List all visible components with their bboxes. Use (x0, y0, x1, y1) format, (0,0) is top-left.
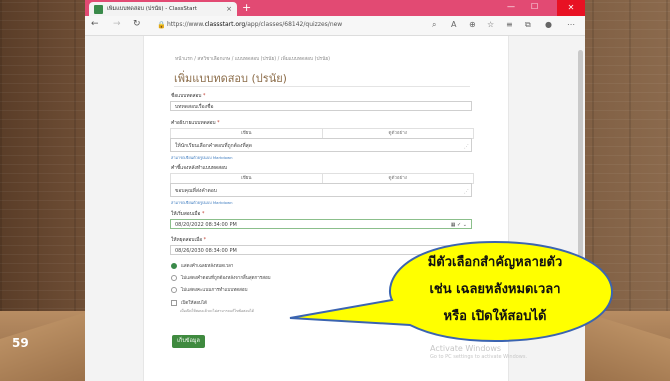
after-quiz-text: ขอบคุณที่ส่งคำตอบ (175, 188, 217, 194)
address-bar[interactable]: https://www.classstart.org/app/classes/6… (167, 21, 342, 28)
profile-icon[interactable]: ● (545, 20, 552, 29)
calendar-icon[interactable]: ▦ ✓ ⌄ (451, 220, 467, 230)
resize-grip-icon[interactable]: ⋰ (464, 144, 469, 150)
breadcrumb[interactable]: หน้าแรก / สหวิชาเลือกเกษ / แบบทดสอบ (ปรน… (175, 55, 330, 63)
open-quiz-checkbox[interactable]: เปิดให้สอบได้ (171, 299, 207, 306)
description-text: ให้นักเรียนเลือกคำตอบที่ถูกต้องที่สุด (175, 143, 252, 149)
lock-icon: 🔒 (157, 21, 166, 29)
new-tab-button[interactable]: + (242, 1, 251, 14)
open-datetime-input[interactable]: 08/20/2022 08:34:00 PM ▦ ✓ ⌄ (170, 219, 472, 229)
scrollbar-thumb[interactable] (578, 50, 583, 260)
radio-icon[interactable] (171, 274, 177, 281)
after-quiz-label: คำชี้แจงหลังทำแบบทดสอบ (171, 166, 228, 171)
name-label: ชื่อแบบทดสอบ * (171, 94, 206, 99)
watermark-title: Activate Windows (430, 344, 502, 353)
option-hide-correct[interactable]: ไม่แสดงคำตอบที่ถูกต้องหลังจากสิ้นสุดการส… (171, 274, 271, 281)
tab-preview-2[interactable]: ดูตัวอย่าง (321, 174, 474, 183)
page-title: เพิ่มแบบทดสอบ (ปรนัย) (174, 72, 287, 85)
save-button[interactable]: เก็บข้อมูล (172, 335, 205, 348)
markdown-note[interactable]: สามารถเขียนด้วยรูปแบบ Markdown (171, 155, 233, 161)
favorite-icon[interactable]: ☆ (487, 20, 494, 29)
radio-icon-2[interactable] (171, 286, 177, 293)
close-label: ให้หยุดสอบเมื่อ * (171, 238, 207, 243)
open-label: ให้เริ่มสอบเมื่อ * (171, 212, 205, 217)
browser-tab[interactable]: เพิ่มแบบทดสอบ (ปรนัย) - ClassStart × (89, 2, 237, 16)
read-aloud-icon[interactable]: A (451, 20, 456, 29)
watermark-subtitle: Go to PC settings to activate Windows. (430, 354, 528, 360)
open-quiz-note: เมื่อเปิดให้สอบแล้วจะไม่สามารถแก้ไขข้อสอ… (180, 309, 254, 313)
browser-toolbar: ← → ↻ 🔒 https://www.classstart.org/app/c… (85, 16, 585, 36)
checkbox-icon[interactable] (171, 299, 177, 306)
forward-icon[interactable]: → (113, 19, 121, 29)
reload-icon[interactable]: ↻ (133, 19, 141, 29)
maximize-icon[interactable]: ☐ (531, 2, 538, 11)
option-hide-score[interactable]: ไม่แสดงคะแนนการทำแบบทดสอบ (171, 286, 247, 293)
resize-grip-icon-2[interactable]: ⋰ (464, 189, 469, 195)
tab-close-icon[interactable]: × (226, 5, 232, 13)
title-bar: เพิ่มแบบทดสอบ (ปรนัย) - ClassStart × + —… (85, 0, 585, 16)
minimize-icon[interactable]: — (507, 2, 515, 11)
tab-preview[interactable]: ดูตัวอย่าง (321, 129, 474, 138)
collections-icon[interactable]: ⧉ (525, 20, 531, 30)
radio-selected-icon[interactable] (171, 262, 177, 269)
title-divider (174, 86, 470, 87)
tab-write[interactable]: เขียน (171, 129, 322, 138)
close-datetime-input[interactable]: 08/26/2030 08:34:00 PM (170, 245, 472, 255)
zoom-icon[interactable]: ⊕ (469, 20, 476, 29)
close-window-icon[interactable]: ✕ (557, 0, 585, 16)
slide-number: 59 (12, 336, 29, 350)
back-icon[interactable]: ← (91, 19, 99, 29)
description-textarea[interactable]: ให้นักเรียนเลือกคำตอบที่ถูกต้องที่สุด ⋰ (170, 138, 472, 152)
browser-window: เพิ่มแบบทดสอบ (ปรนัย) - ClassStart × + —… (85, 0, 585, 381)
activate-windows-watermark: Activate Windows Go to PC settings to ac… (430, 344, 527, 360)
search-icon[interactable]: ⌕ (432, 20, 436, 30)
markdown-note-2[interactable]: สามารถเขียนด้วยรูปแบบ Markdown (171, 200, 233, 206)
quiz-name-input[interactable]: บททดสอบเรื่องชื่อ (170, 101, 472, 111)
after-quiz-textarea[interactable]: ขอบคุณที่ส่งคำตอบ ⋰ (170, 183, 472, 197)
page-content: หน้าแรก / สหวิชาเลือกเกษ / แบบทดสอบ (ปรน… (143, 36, 527, 381)
more-icon[interactable]: ⋯ (567, 20, 575, 29)
tab-write-2[interactable]: เขียน (171, 174, 322, 183)
tab-title: เพิ่มแบบทดสอบ (ปรนัย) - ClassStart (107, 6, 197, 12)
description-label: คำอธิบายแบบทดสอบ * (171, 121, 220, 126)
favorites-list-icon[interactable]: ≡ (506, 20, 513, 29)
option-show-answers[interactable]: แสดงคำเฉลยหลังหมดเวลา (171, 262, 233, 269)
favicon-icon (94, 4, 103, 14)
